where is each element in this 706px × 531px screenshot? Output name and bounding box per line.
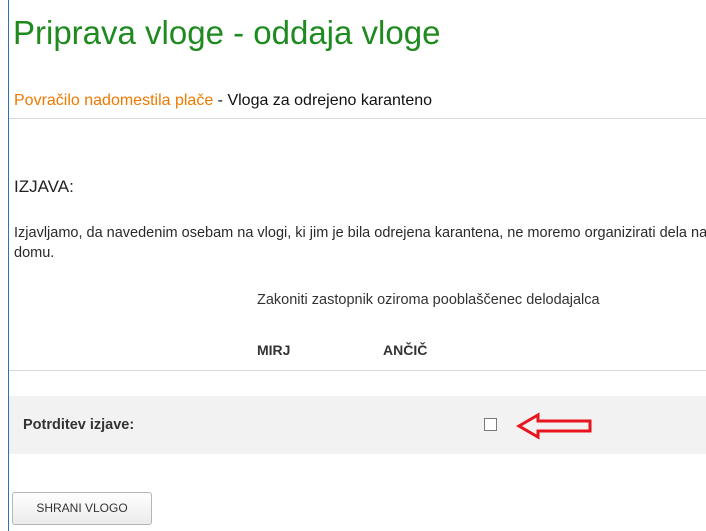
breadcrumb-current: Vloga za odrejeno karanteno	[227, 92, 433, 109]
breadcrumb: Povračilo nadomestila plače - Vloga za o…	[14, 91, 432, 111]
save-application-button[interactable]: SHRANI VLOGO	[12, 492, 152, 525]
declaration-heading: IZJAVA:	[14, 177, 74, 196]
page-title: Priprava vloge - oddaja vloge	[13, 14, 441, 51]
confirmation-label: Potrditev izjave:	[23, 417, 135, 433]
divider-top	[9, 118, 706, 119]
declaration-text: Izjavljamo, da navedenim osebam na vlogi…	[14, 225, 706, 261]
breadcrumb-link[interactable]: Povračilo nadomestila plače	[14, 92, 213, 109]
red-arrow-left-icon	[516, 412, 592, 440]
representative-label: Zakoniti zastopnik oziroma pooblaščenec …	[257, 292, 600, 308]
confirmation-checkbox[interactable]	[484, 418, 497, 431]
signatory-name-first: MIRJ	[257, 342, 291, 358]
breadcrumb-separator: -	[213, 92, 228, 109]
signatory-name-last: ANČIČ	[383, 342, 428, 358]
application-page: Priprava vloge - oddaja vloge Povračilo …	[0, 0, 706, 531]
confirmation-row: Potrditev izjave:	[9, 396, 706, 454]
divider-middle	[9, 370, 706, 371]
